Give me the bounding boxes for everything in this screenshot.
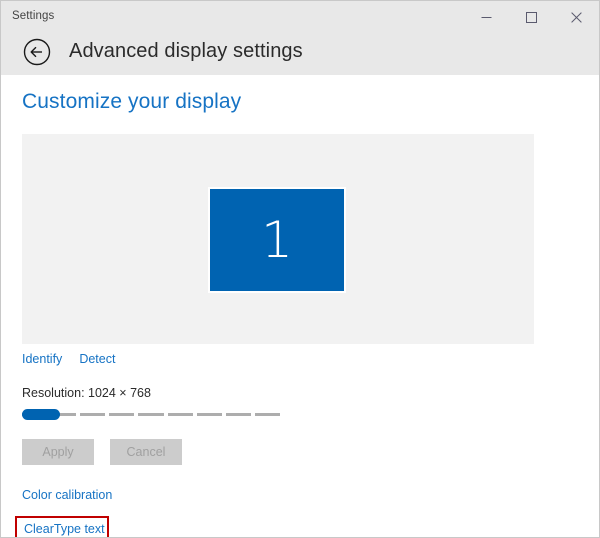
content-area: Customize your display 1 Identify Detect… [1,75,599,537]
identify-link[interactable]: Identify [22,352,62,366]
resolution-slider[interactable] [22,407,280,423]
slider-segment [225,413,251,416]
page-title: Advanced display settings [69,40,303,62]
resolution-label: Resolution: 1024 × 768 [22,386,151,400]
slider-thumb[interactable] [22,409,60,420]
slider-segment [254,413,280,416]
slider-segment [196,413,222,416]
maximize-icon [526,11,537,23]
back-arrow-icon [23,38,51,71]
monitor-number-label: 1 [261,211,293,269]
detect-link[interactable]: Detect [79,352,115,366]
section-heading: Customize your display [22,90,242,113]
color-calibration-link[interactable]: Color calibration [22,488,112,502]
back-button[interactable] [21,38,53,70]
apply-button[interactable]: Apply [22,439,94,465]
window-title: Settings [12,10,55,22]
slider-segment [80,413,106,416]
settings-window: Settings Advanced display settings Custo… [0,0,600,538]
minimize-icon [481,12,492,23]
close-button[interactable] [554,1,599,33]
cleartype-text-link[interactable]: ClearType text [24,522,105,536]
cleartype-highlight-box: ClearType text [15,516,109,537]
close-icon [571,11,582,23]
maximize-button[interactable] [509,1,554,33]
display-preview-panel: 1 [22,134,534,344]
action-button-row: Apply Cancel [22,439,182,465]
slider-track [22,413,280,416]
monitor-tile-1[interactable]: 1 [208,187,346,293]
cancel-button[interactable]: Cancel [110,439,182,465]
slider-segment [109,413,135,416]
identify-detect-links: Identify Detect [22,352,115,366]
minimize-button[interactable] [464,1,509,33]
title-bar: Settings [1,1,599,33]
slider-segment [138,413,164,416]
slider-segment [167,413,193,416]
caption-button-group [464,1,599,33]
